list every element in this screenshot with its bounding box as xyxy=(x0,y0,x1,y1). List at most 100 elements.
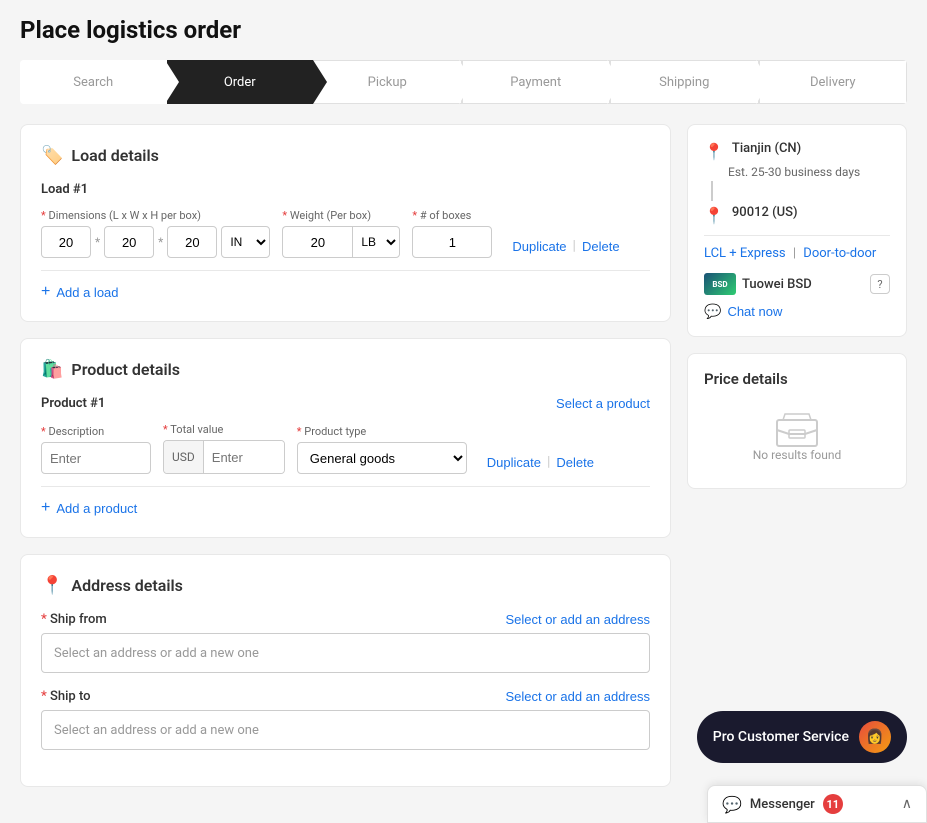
duplicate-load-button[interactable]: Duplicate xyxy=(512,239,566,254)
boxes-field: * # of boxes xyxy=(412,209,492,258)
description-field: * Description xyxy=(41,425,151,474)
messenger-chevron-icon: ∧ xyxy=(902,796,912,812)
dim-unit-select[interactable]: IN CM xyxy=(221,226,270,258)
help-icon[interactable]: ? xyxy=(870,274,890,294)
value-label: * Total value xyxy=(163,423,285,436)
page-title: Place logistics order xyxy=(20,16,907,44)
product-icon: 🛍️ xyxy=(41,359,63,380)
load-details-card: 🏷️ Load details Load #1 * Dimensions (L … xyxy=(20,124,671,322)
stepper: Search Order Pickup Payment Shipping Del… xyxy=(20,60,907,104)
forwarder-logo: BSD Tuowei BSD xyxy=(704,273,812,295)
forwarder-logo-box: BSD xyxy=(704,273,736,295)
select-product-button[interactable]: Select a product xyxy=(556,396,650,411)
dim-sep-1: * xyxy=(95,235,100,249)
weight-input[interactable] xyxy=(282,226,352,258)
messenger-label: Messenger xyxy=(750,797,815,812)
dim-h-input[interactable] xyxy=(167,226,217,258)
load-actions: Duplicate | Delete xyxy=(512,238,619,254)
route-destination: 📍 90012 (US) xyxy=(704,205,890,225)
load-details-title: 🏷️ Load details xyxy=(41,145,650,166)
dim-l-input[interactable] xyxy=(41,226,91,258)
address-details-title: 📍 Address details xyxy=(41,575,650,596)
price-empty-state: No results found xyxy=(704,402,890,472)
pro-service-label: Pro Customer Service xyxy=(713,729,849,745)
product-actions: Duplicate | Delete xyxy=(487,454,594,470)
duplicate-product-button[interactable]: Duplicate xyxy=(487,455,541,470)
ship-to-link-button[interactable]: Select or add an address xyxy=(505,689,650,704)
origin-text: Tianjin (CN) xyxy=(732,141,801,156)
weight-inputs: LB KG xyxy=(282,226,400,258)
ship-from-link-button[interactable]: Select or add an address xyxy=(505,612,650,627)
product-fields-row: * Description * Total value USD xyxy=(41,423,650,474)
description-input[interactable] xyxy=(41,442,151,474)
product-action-sep: | xyxy=(547,454,550,470)
chat-icon: 💬 xyxy=(704,303,721,320)
price-details-card: Price details No results found xyxy=(687,353,907,489)
ship-from-header: * Ship from Select or add an address xyxy=(41,612,650,627)
ship-from-row: * Ship from Select or add an address Sel… xyxy=(41,612,650,673)
load-number: Load #1 xyxy=(41,182,650,197)
forwarder-row: BSD Tuowei BSD ? xyxy=(704,273,890,295)
boxes-input[interactable] xyxy=(412,226,492,258)
product-header: Product #1 Select a product xyxy=(41,396,650,411)
value-input-wrap: USD xyxy=(163,440,285,474)
route-origin: 📍 Tianjin (CN) xyxy=(704,141,890,161)
action-sep: | xyxy=(573,238,576,254)
dim-w-input[interactable] xyxy=(104,226,154,258)
route-days: Est. 25-30 business days xyxy=(728,165,890,179)
step-search[interactable]: Search xyxy=(20,60,167,104)
product-type-field: * Product type General goods Electronics… xyxy=(297,425,467,474)
add-product-button[interactable]: + Add a product xyxy=(41,499,137,517)
product-type-label: * Product type xyxy=(297,425,467,438)
route-line xyxy=(711,181,713,201)
dimensions-field: * Dimensions (L x W x H per box) * * IN … xyxy=(41,209,270,258)
chat-now-button[interactable]: 💬 Chat now xyxy=(704,303,782,320)
step-pickup[interactable]: Pickup xyxy=(313,60,462,104)
load-fields-row: * Dimensions (L x W x H per box) * * IN … xyxy=(41,209,650,258)
step-order[interactable]: Order xyxy=(167,60,314,104)
ship-from-label: * Ship from xyxy=(41,612,107,627)
weight-label: * Weight (Per box) xyxy=(282,209,400,222)
ship-to-input[interactable]: Select an address or add a new one xyxy=(41,710,650,750)
address-details-card: 📍 Address details * Ship from Select or … xyxy=(20,554,671,787)
delete-product-button[interactable]: Delete xyxy=(556,455,594,470)
destination-text: 90012 (US) xyxy=(732,205,798,220)
ship-to-row: * Ship to Select or add an address Selec… xyxy=(41,689,650,750)
dimensions-label: * Dimensions (L x W x H per box) xyxy=(41,209,270,222)
load-icon: 🏷️ xyxy=(41,145,63,166)
pro-customer-service-button[interactable]: Pro Customer Service 👩 xyxy=(697,711,907,763)
boxes-label: * # of boxes xyxy=(412,209,492,222)
plus-product-icon: + xyxy=(41,499,50,517)
weight-unit-select[interactable]: LB KG xyxy=(352,226,400,258)
currency-label: USD xyxy=(164,441,204,473)
value-input[interactable] xyxy=(204,441,284,473)
step-payment[interactable]: Payment xyxy=(462,60,611,104)
plus-icon: + xyxy=(41,283,50,301)
description-label: * Description xyxy=(41,425,151,438)
product-number: Product #1 xyxy=(41,396,105,411)
delete-load-button[interactable]: Delete xyxy=(582,239,620,254)
messenger-badge: 11 xyxy=(823,794,843,814)
add-load-button[interactable]: + Add a load xyxy=(41,283,119,301)
no-results-text: No results found xyxy=(753,448,842,462)
forwarder-name: Tuowei BSD xyxy=(742,277,812,292)
step-delivery[interactable]: Delivery xyxy=(759,60,908,104)
ship-from-input[interactable]: Select an address or add a new one xyxy=(41,633,650,673)
route-mode: LCL + Express | Door-to-door xyxy=(704,246,890,261)
destination-pin-icon: 📍 xyxy=(704,206,724,225)
step-shipping[interactable]: Shipping xyxy=(610,60,759,104)
product-details-title: 🛍️ Product details xyxy=(41,359,650,380)
route-card: 📍 Tianjin (CN) Est. 25-30 business days … xyxy=(687,124,907,337)
inbox-icon xyxy=(775,412,819,448)
product-type-select[interactable]: General goods Electronics Clothing Food … xyxy=(297,442,467,474)
origin-pin-icon: 📍 xyxy=(704,142,724,161)
weight-field: * Weight (Per box) LB KG xyxy=(282,209,400,258)
messenger-left: 💬 Messenger 11 xyxy=(722,794,843,814)
dim-inputs: * * IN CM xyxy=(41,226,270,258)
address-icon: 📍 xyxy=(41,575,63,596)
product-details-card: 🛍️ Product details Product #1 Select a p… xyxy=(20,338,671,538)
price-details-title: Price details xyxy=(704,370,890,388)
ship-to-header: * Ship to Select or add an address xyxy=(41,689,650,704)
messenger-bar[interactable]: 💬 Messenger 11 ∧ xyxy=(707,785,927,823)
pro-service-avatar: 👩 xyxy=(859,721,891,753)
